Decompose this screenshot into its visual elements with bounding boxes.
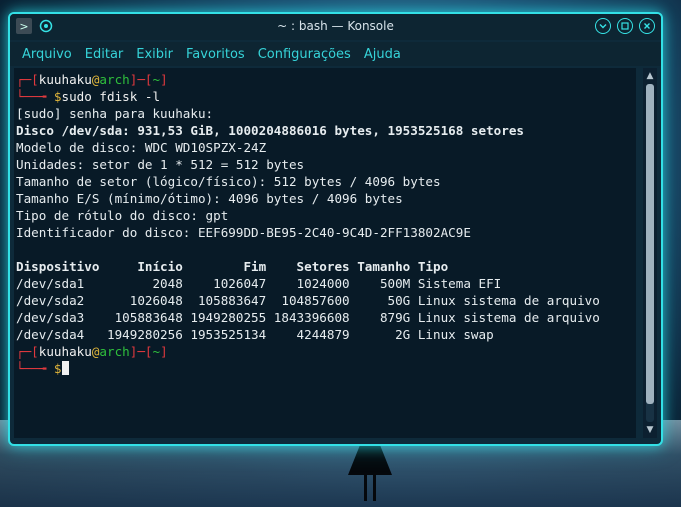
window-title: ~ : bash — Konsole: [277, 19, 394, 33]
scroll-down-icon[interactable]: ▼: [643, 424, 657, 436]
prompt-cwd: ~: [152, 344, 161, 359]
menu-arquivo[interactable]: Arquivo: [22, 47, 72, 62]
prompt-separator: ]─[: [129, 344, 153, 359]
prompt-bracket: ┌─[: [16, 344, 39, 359]
partition-row: /dev/sda2 1026048 105883647 104857600 50…: [16, 293, 600, 308]
prompt-dollar: $: [53, 361, 62, 376]
menu-editar[interactable]: Editar: [85, 47, 124, 62]
prompt-separator: ]─[: [129, 72, 153, 87]
partition-table-header: Dispositivo Início Fim Setores Tamanho T…: [16, 259, 449, 274]
konsole-window: > ~ : bash — Konsole Arquivo Editar Exib…: [8, 12, 663, 446]
scrollbar-track[interactable]: [646, 84, 654, 422]
menu-bar: Arquivo Editar Exibir Favoritos Configur…: [10, 42, 661, 66]
output-line: Modelo de disco: WDC WD10SPZX-24Z: [16, 140, 267, 155]
prompt-line-2: ┌─[kuuhaku@arch]─[~]: [16, 343, 636, 360]
prompt-close: ]: [160, 72, 168, 87]
output-line: [sudo] senha para kuuhaku:: [16, 106, 214, 121]
output-line: Tamanho de setor (lógico/físico): 512 by…: [16, 174, 441, 189]
scrollbar[interactable]: ▲ ▼: [643, 68, 657, 438]
prompt-arrow: └──╼: [16, 361, 54, 376]
input-line[interactable]: └──╼ $: [16, 360, 636, 377]
prompt-host: arch: [99, 344, 130, 359]
close-icon[interactable]: [639, 18, 655, 34]
menu-favoritos[interactable]: Favoritos: [186, 47, 245, 62]
prompt-host: arch: [99, 72, 130, 87]
prompt-line-1: ┌─[kuuhaku@arch]─[~]: [16, 71, 636, 88]
output-line: Identificador do disco: EEF699DD-BE95-2C…: [16, 225, 471, 240]
menu-exibir[interactable]: Exibir: [136, 47, 173, 62]
menu-ajuda[interactable]: Ajuda: [364, 47, 401, 62]
maximize-icon[interactable]: [617, 18, 633, 34]
prompt-user: kuuhaku: [38, 72, 92, 87]
minimize-icon[interactable]: [595, 18, 611, 34]
prompt-close: ]: [160, 344, 168, 359]
prompt-arrow: └──╼: [16, 89, 54, 104]
scroll-up-icon[interactable]: ▲: [643, 70, 657, 82]
output-line: Tipo de rótulo do disco: gpt: [16, 208, 229, 223]
partition-row: /dev/sda1 2048 1026047 1024000 500M Sist…: [16, 276, 502, 291]
title-bar[interactable]: > ~ : bash — Konsole: [10, 14, 661, 40]
output-line: Disco /dev/sda: 931,53 GiB, 100020488601…: [16, 123, 524, 138]
partition-row: /dev/sda4 1949280256 1953525134 4244879 …: [16, 327, 494, 342]
prompt-user: kuuhaku: [38, 344, 92, 359]
menu-configuracoes[interactable]: Configurações: [258, 47, 351, 62]
command-text: sudo fdisk -l: [61, 89, 161, 104]
text-cursor: [61, 361, 69, 375]
prompt-dollar: $: [53, 89, 62, 104]
command-line: └──╼ $sudo fdisk -l: [16, 88, 636, 105]
partition-row: /dev/sda3 105883648 1949280255 184339660…: [16, 310, 600, 325]
prompt-bracket: ┌─[: [16, 72, 39, 87]
scrollbar-thumb[interactable]: [646, 84, 654, 404]
prompt-cwd: ~: [152, 72, 161, 87]
terminal-area[interactable]: ┌─[kuuhaku@arch]─[~] └──╼ $sudo fdisk -l…: [14, 68, 636, 438]
output-line: Unidades: setor de 1 * 512 = 512 bytes: [16, 157, 305, 172]
output-line: Tamanho E/S (mínimo/ótimo): 4096 bytes /…: [16, 191, 403, 206]
